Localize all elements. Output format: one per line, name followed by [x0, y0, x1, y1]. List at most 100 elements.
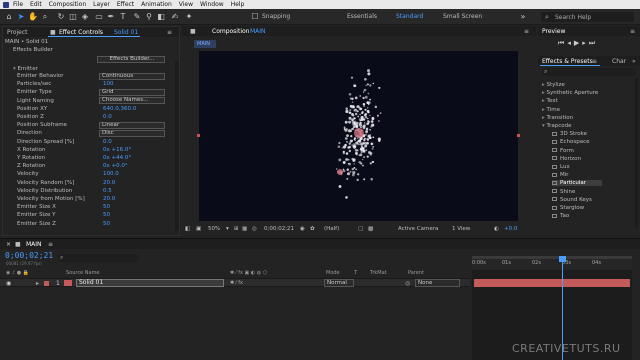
menu-layer[interactable]: Layer	[93, 1, 110, 8]
property-value[interactable]: 100.0	[103, 171, 119, 177]
channel-icon[interactable]: ✿	[310, 226, 315, 232]
clone-stamp-icon[interactable]: ⚲	[144, 12, 154, 22]
pan-behind-icon[interactable]: ◈	[80, 12, 90, 22]
zoom-tool-icon[interactable]: ⌕	[40, 12, 50, 22]
effect-category[interactable]: ▸ Text	[542, 98, 558, 104]
property-dropdown[interactable]: Disc	[99, 129, 165, 137]
property-value[interactable]: 0.0	[103, 139, 112, 145]
tab-composition[interactable]: Composition	[212, 28, 249, 35]
composition-timecode[interactable]: 0;00;02;21	[264, 226, 294, 232]
workspace-essentials[interactable]: Essentials	[347, 13, 377, 20]
layer-switches[interactable]: ✱ ⁄ fx	[230, 280, 243, 286]
camera-snapshot-icon[interactable]: ◎	[252, 226, 257, 232]
menu-view[interactable]: View	[179, 1, 193, 8]
search-help-field[interactable]: ⌕ Search Help	[541, 12, 634, 22]
menu-help[interactable]: Help	[231, 1, 245, 8]
exposure-value[interactable]: +0.0	[504, 226, 517, 232]
menu-effect[interactable]: Effect	[117, 1, 134, 8]
play-icon[interactable]: ▶	[574, 39, 582, 47]
effects-builder-button[interactable]: Effects Builder...	[97, 56, 165, 63]
parent-header[interactable]: Parent	[408, 270, 424, 276]
pickwhip-icon[interactable]: ◎	[405, 280, 410, 287]
panel-menu-icon[interactable]: ≡	[524, 28, 529, 35]
effect-item[interactable]: Horizon	[552, 156, 581, 162]
effect-item[interactable]: Echospace	[552, 139, 590, 145]
layer-mode-dropdown[interactable]: Normal	[324, 279, 354, 287]
effect-category[interactable]: ▸ Stylize	[542, 82, 565, 88]
composition-viewer[interactable]	[199, 51, 518, 221]
home-icon[interactable]: ⌂	[4, 12, 14, 22]
selection-tool-icon[interactable]: ➤	[16, 12, 26, 22]
camera-tool-icon[interactable]: ◫	[68, 12, 78, 22]
transparency-grid-icon[interactable]: ▩	[368, 226, 373, 232]
last-frame-icon[interactable]: ⏭	[589, 39, 598, 47]
property-dropdown[interactable]: Grid	[99, 88, 165, 96]
rectangle-tool-icon[interactable]: ▭	[94, 12, 104, 22]
emitter-section-toggle[interactable]: ▾ Emitter	[13, 66, 38, 72]
eraser-tool-icon[interactable]: ◧	[156, 12, 166, 22]
always-preview-icon[interactable]: ◧	[185, 226, 190, 232]
mode-header[interactable]: Mode	[326, 270, 340, 276]
tab-composition-name[interactable]: MAIN	[250, 28, 266, 35]
property-value[interactable]: 100	[103, 81, 114, 87]
left-edge-handle[interactable]	[197, 134, 200, 137]
tab-timeline-main[interactable]: MAIN	[26, 241, 42, 248]
effect-item[interactable]: Form	[552, 148, 574, 154]
roto-brush-icon[interactable]: ✍	[170, 12, 180, 22]
timeline-timecode[interactable]: 0;00;02;21	[5, 251, 53, 260]
effect-item[interactable]: Lux	[552, 164, 570, 170]
effect-category-trapcode[interactable]: ▾ Trapcode	[542, 123, 571, 129]
preview-title[interactable]: Preview	[542, 28, 565, 35]
property-value[interactable]: 0.0	[103, 114, 112, 120]
workspace-menu-icon[interactable]: »	[518, 12, 528, 22]
property-value[interactable]: 0.5	[103, 188, 112, 194]
layer-row[interactable]: ◉ ▸ 1 Solid 01 ✱ ⁄ fx Normal ◎ None	[0, 278, 470, 287]
lock-icon[interactable]: ■	[190, 28, 196, 35]
tab-effects-presets[interactable]: Effects & Presets	[542, 58, 593, 65]
visibility-icon[interactable]: ◉	[6, 280, 11, 287]
overflow-icon[interactable]: »	[632, 58, 636, 65]
property-value[interactable]: 0x +16.0°	[103, 147, 131, 153]
tab-project[interactable]: Project	[7, 29, 28, 36]
source-name-header[interactable]: Source Name	[66, 270, 100, 276]
exposure-icon[interactable]: ◐	[494, 226, 499, 232]
first-frame-icon[interactable]: ⏮	[558, 39, 567, 47]
effects-search-input[interactable]: ⌕	[542, 68, 636, 76]
panel-menu-icon[interactable]: ≡	[592, 58, 597, 65]
menu-animation[interactable]: Animation	[141, 1, 172, 8]
panel-menu-icon[interactable]: ≡	[630, 28, 635, 35]
chevron-down-icon[interactable]: ▾	[226, 226, 229, 232]
effect-item[interactable]: Particular	[552, 180, 602, 187]
effect-controls-scrollbar[interactable]	[175, 61, 179, 231]
effect-item[interactable]: Starglow	[552, 205, 584, 211]
type-tool-icon[interactable]: T	[118, 12, 128, 22]
effect-item[interactable]: 3D Stroke	[552, 131, 587, 137]
effect-item[interactable]: Sound Keys	[552, 197, 592, 203]
time-ruler[interactable]: 0:00s 01s 02s 03s 04s	[472, 256, 632, 270]
camera-dropdown[interactable]: Active Camera	[398, 226, 438, 232]
brush-tool-icon[interactable]: ✎	[132, 12, 142, 22]
effect-category[interactable]: ▸ Transition	[542, 115, 573, 121]
effects-scrollbar[interactable]	[635, 78, 638, 228]
effect-item[interactable]: Tao	[552, 213, 569, 219]
expand-layer-icon[interactable]: ▸	[36, 280, 39, 287]
property-value[interactable]: 50	[103, 212, 110, 218]
property-dropdown[interactable]: Choose Names...	[99, 97, 165, 105]
resolution-dropdown[interactable]: (Half)	[324, 226, 339, 232]
menu-file[interactable]: File	[13, 1, 23, 8]
property-dropdown[interactable]: Continuous	[99, 72, 165, 80]
zoom-dropdown[interactable]: 50%	[208, 226, 220, 232]
rotate-tool-icon[interactable]: ↻	[56, 12, 66, 22]
property-value[interactable]: 50	[103, 221, 110, 227]
pen-tool-icon[interactable]: ✒	[106, 12, 116, 22]
playhead-handle[interactable]	[558, 256, 566, 262]
emitter-center[interactable]	[354, 128, 364, 138]
property-value[interactable]: 640.0,360.0	[103, 106, 136, 112]
menu-edit[interactable]: Edit	[30, 1, 42, 8]
workspace-standard[interactable]: Standard	[396, 13, 423, 20]
effect-category[interactable]: ▸ Time	[542, 107, 560, 113]
layer-color-label[interactable]	[44, 281, 49, 286]
right-edge-handle[interactable]	[517, 134, 520, 137]
effect-category[interactable]: ▸ Synthetic Aperture	[542, 90, 598, 96]
close-icon[interactable]: ✕	[6, 241, 11, 248]
